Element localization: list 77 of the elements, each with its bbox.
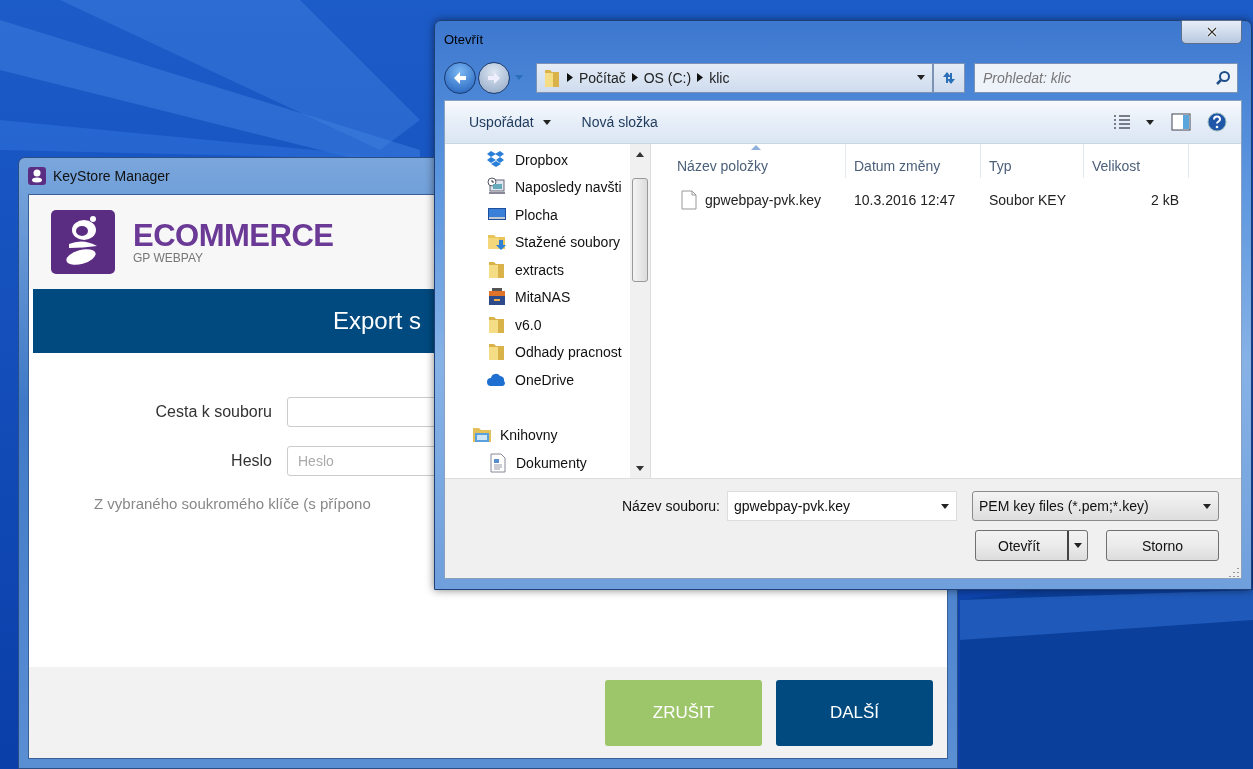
forward-button[interactable] (478, 61, 510, 94)
caret-icon (1073, 542, 1083, 549)
caret-icon (514, 74, 524, 82)
brand-name: ECOMMERCE (133, 220, 334, 252)
download-folder-icon (487, 232, 507, 253)
caret-icon (1202, 502, 1212, 510)
toolbar-button[interactable]: Uspořádat (459, 110, 562, 134)
field-label: Název souboru: (621, 498, 720, 514)
nav-item[interactable]: MitaNAS (445, 283, 630, 311)
field-label: Cesta k souboru (154, 403, 272, 421)
breadcrumb-item[interactable]: Počítač (579, 69, 626, 86)
arrow-right-icon (486, 69, 502, 86)
next-button[interactable]: DALŠÍ (776, 679, 933, 746)
caret-icon (916, 74, 926, 82)
filename-field[interactable]: gpwebpay-pvk.key (727, 491, 957, 521)
column-header[interactable]: Velikost (1084, 144, 1189, 178)
folder-icon (487, 342, 507, 363)
nav-item[interactable]: Plocha (445, 201, 630, 229)
file-name[interactable]: gpwebpay-pvk.key (651, 189, 846, 210)
file-date: 10.3.2016 12:47 (853, 191, 957, 208)
scroll-thumb[interactable] (632, 178, 648, 282)
app-logo-icon (28, 167, 46, 185)
file-size: 2 kB (1150, 191, 1180, 208)
file-icon (681, 189, 697, 210)
field-label: Heslo (230, 452, 272, 470)
close-icon (1205, 26, 1218, 39)
chevron-icon (631, 73, 638, 83)
list-view-icon (1113, 115, 1131, 129)
close-button[interactable] (1181, 20, 1242, 45)
folder-icon (487, 314, 507, 335)
description-text: Z vybraného soukromého klíče (s přípono (94, 495, 371, 512)
brand-logo-icon (51, 210, 115, 274)
search-icon (1215, 69, 1231, 86)
column-header[interactable]: Datum změny (846, 144, 981, 178)
view-button[interactable] (1113, 115, 1155, 129)
nav-item[interactable]: Odhady pracnost (445, 338, 630, 366)
column-header[interactable]: Typ (981, 144, 1084, 178)
panel-icon (1171, 113, 1191, 131)
brand-subtitle: GP WEBPAY (133, 252, 205, 264)
nav-item[interactable]: Knihovny (445, 421, 630, 449)
caret-icon (541, 118, 552, 126)
nav-item[interactable]: OneDrive (445, 366, 630, 394)
chevron-icon (567, 73, 573, 83)
file-type-dropdown[interactable]: PEM key files (*.pem;*.key) (972, 491, 1219, 521)
search-input[interactable]: Prohledat: klic (981, 68, 1215, 87)
nav-item[interactable]: extracts (445, 256, 630, 284)
open-button[interactable]: Otevřít (975, 530, 1088, 561)
banner-title: Export s (333, 307, 422, 335)
caret-icon (940, 502, 950, 510)
refresh-button[interactable] (933, 62, 965, 93)
cancel-button[interactable]: Storno (1106, 530, 1219, 561)
window-title: KeyStore Manager (53, 168, 170, 184)
file-type: Soubor KEY (988, 191, 1068, 208)
nav-item[interactable]: Naposledy navšti (445, 173, 630, 201)
preview-pane-button[interactable] (1171, 113, 1191, 131)
column-header[interactable]: Název položky (651, 144, 846, 178)
nav-item[interactable]: Dokumenty (445, 449, 630, 477)
address-bar[interactable]: Počítač OS (C:) klic (536, 62, 933, 93)
document-icon (488, 452, 508, 473)
breadcrumb-item[interactable]: OS (C:) (643, 69, 692, 86)
nav-item[interactable]: v6.0 (445, 311, 630, 339)
chevron-icon (697, 73, 704, 83)
help-icon (1207, 112, 1227, 132)
folder-icon (543, 67, 561, 88)
drive-icon (487, 287, 507, 308)
caret-icon (1145, 118, 1155, 126)
folder-icon (487, 259, 507, 280)
caret-icon (636, 465, 644, 471)
search-field[interactable]: Prohledat: klic (974, 62, 1238, 93)
help-button[interactable] (1207, 112, 1227, 132)
resize-grip-icon (1229, 567, 1239, 577)
nav-item[interactable]: Dropbox (445, 146, 630, 174)
back-button[interactable] (444, 61, 476, 94)
toolbar-button[interactable]: Nová složka (571, 110, 668, 134)
breadcrumb-item[interactable]: klic (709, 69, 730, 86)
dialog-title: Otevřít (444, 31, 483, 47)
nav-item[interactable]: Stažené soubory (445, 228, 630, 256)
